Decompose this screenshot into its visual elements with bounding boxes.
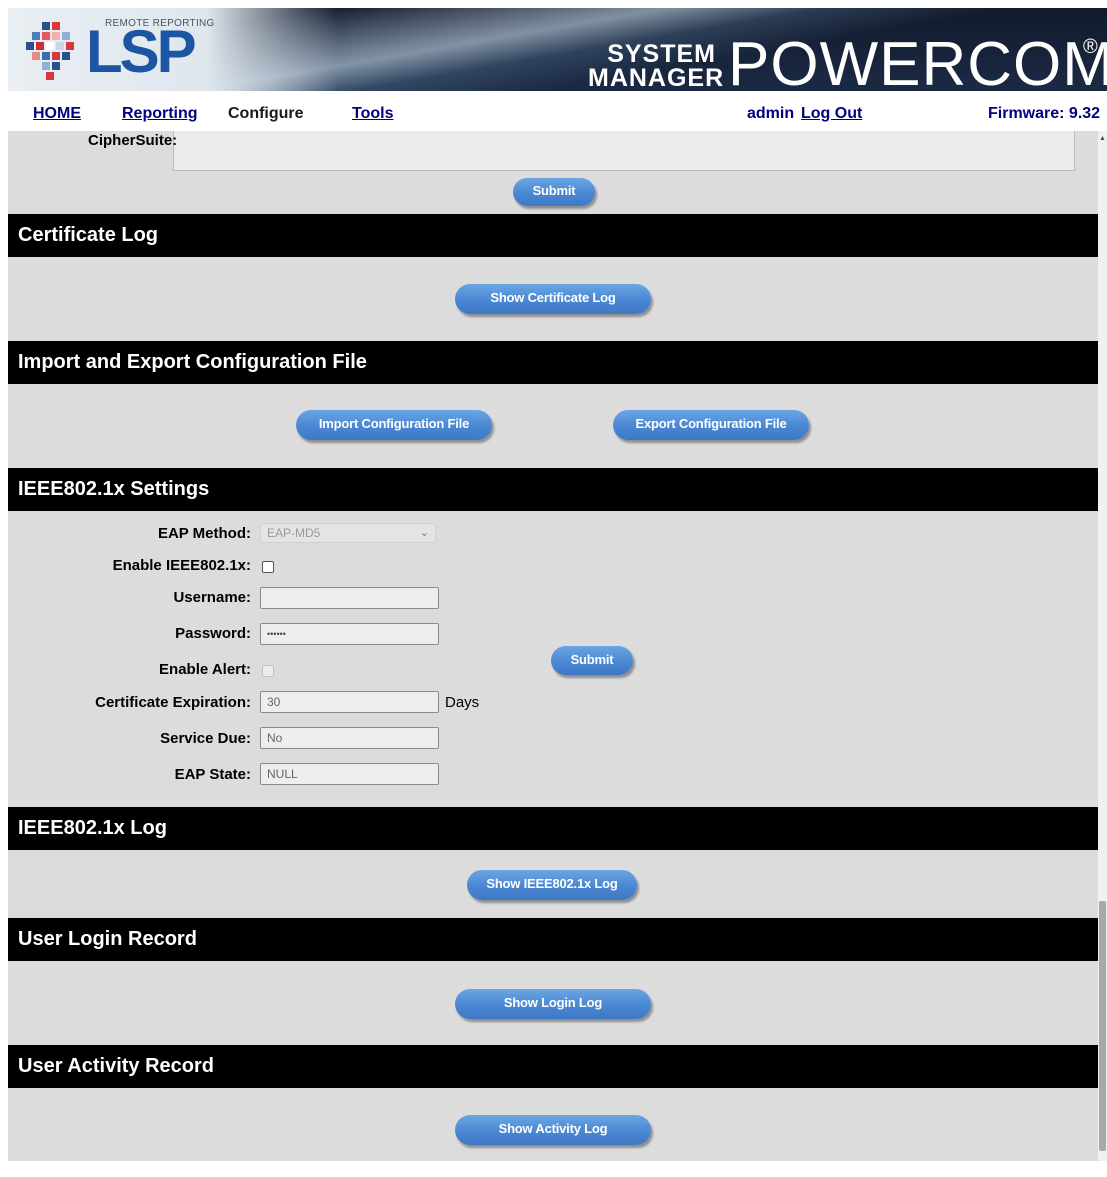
enable-ieee8021x-label: Enable IEEE802.1x: (112, 557, 251, 574)
service-due-input[interactable]: No (260, 727, 439, 749)
password-label: Password: (175, 625, 251, 642)
eap-method-select[interactable]: EAP-MD5 ⌄ (260, 523, 436, 543)
brand-line-manager: MANAGER (588, 64, 725, 91)
header-banner: REMOTE REPORTING LSP SYSTEM MANAGER POWE… (8, 8, 1107, 91)
chevron-down-icon: ⌄ (419, 527, 429, 539)
logo-mosaic-icon (26, 22, 74, 80)
registered-mark: ® (1083, 36, 1098, 58)
import-config-button[interactable]: Import Configuration File (296, 410, 492, 440)
brand-line-system: SYSTEM (607, 40, 716, 68)
service-due-label: Service Due: (160, 730, 251, 747)
eap-method-label: EAP Method: (157, 525, 251, 542)
top-nav: HOME Reporting Configure Tools admin Log… (8, 91, 1107, 131)
vertical-scrollbar[interactable]: ▲ (1098, 131, 1107, 1161)
content-area: CipherSuite: Submit Certificate Log Show… (8, 131, 1098, 1161)
enable-alert-checkbox[interactable] (262, 665, 274, 677)
firmware-version: Firmware: 9.32 (988, 105, 1101, 122)
nav-tools-link[interactable]: Tools (352, 105, 393, 123)
page-frame: REMOTE REPORTING LSP SYSTEM MANAGER POWE… (8, 0, 1107, 1177)
ciphersuite-label: CipherSuite: (88, 132, 178, 149)
username-label: Username: (173, 589, 251, 606)
ieee8021x-submit-button[interactable]: Submit (551, 646, 633, 675)
scrollbar-thumb[interactable] (1099, 901, 1106, 1151)
eap-method-value: EAP-MD5 (267, 526, 321, 540)
ssl-submit-button[interactable]: Submit (513, 178, 595, 206)
nav-configure-link[interactable]: Configure (228, 105, 304, 123)
show-login-log-button[interactable]: Show Login Log (455, 989, 651, 1019)
show-certificate-log-button[interactable]: Show Certificate Log (455, 284, 651, 314)
ciphersuite-textarea[interactable] (173, 131, 1075, 171)
username-input[interactable] (260, 587, 439, 609)
brand-name: POWERCOM (728, 30, 1107, 91)
section-header-user-activity-record: User Activity Record (8, 1045, 1098, 1088)
enable-ieee8021x-checkbox[interactable] (262, 561, 274, 573)
page-bottom (8, 1161, 1107, 1177)
current-user: admin (747, 105, 795, 122)
show-activity-log-button[interactable]: Show Activity Log (455, 1115, 651, 1145)
scroll-up-arrow-icon[interactable]: ▲ (1098, 135, 1107, 142)
logo-text: LSP (86, 18, 197, 85)
section-header-user-login-record: User Login Record (8, 918, 1098, 961)
password-input[interactable]: •••••• (260, 623, 439, 645)
eap-state-input[interactable]: NULL (260, 763, 439, 785)
enable-alert-label: Enable Alert: (159, 661, 251, 678)
export-config-button[interactable]: Export Configuration File (613, 410, 809, 440)
nav-reporting-link[interactable]: Reporting (122, 105, 198, 123)
certificate-expiration-input[interactable]: 30 (260, 691, 439, 713)
nav-home-link[interactable]: HOME (33, 105, 81, 123)
logout-link[interactable]: Log Out (801, 105, 862, 123)
show-ieee8021x-log-button[interactable]: Show IEEE802.1x Log (467, 870, 637, 900)
section-header-import-export: Import and Export Configuration File (8, 341, 1098, 384)
section-header-ieee8021x-log: IEEE802.1x Log (8, 807, 1098, 850)
section-header-certificate-log: Certificate Log (8, 214, 1098, 257)
section-header-ieee8021x-settings: IEEE802.1x Settings (8, 468, 1098, 511)
eap-state-label: EAP State: (174, 766, 251, 783)
certificate-expiration-label: Certificate Expiration: (95, 694, 251, 711)
certificate-expiration-unit: Days (445, 694, 480, 711)
